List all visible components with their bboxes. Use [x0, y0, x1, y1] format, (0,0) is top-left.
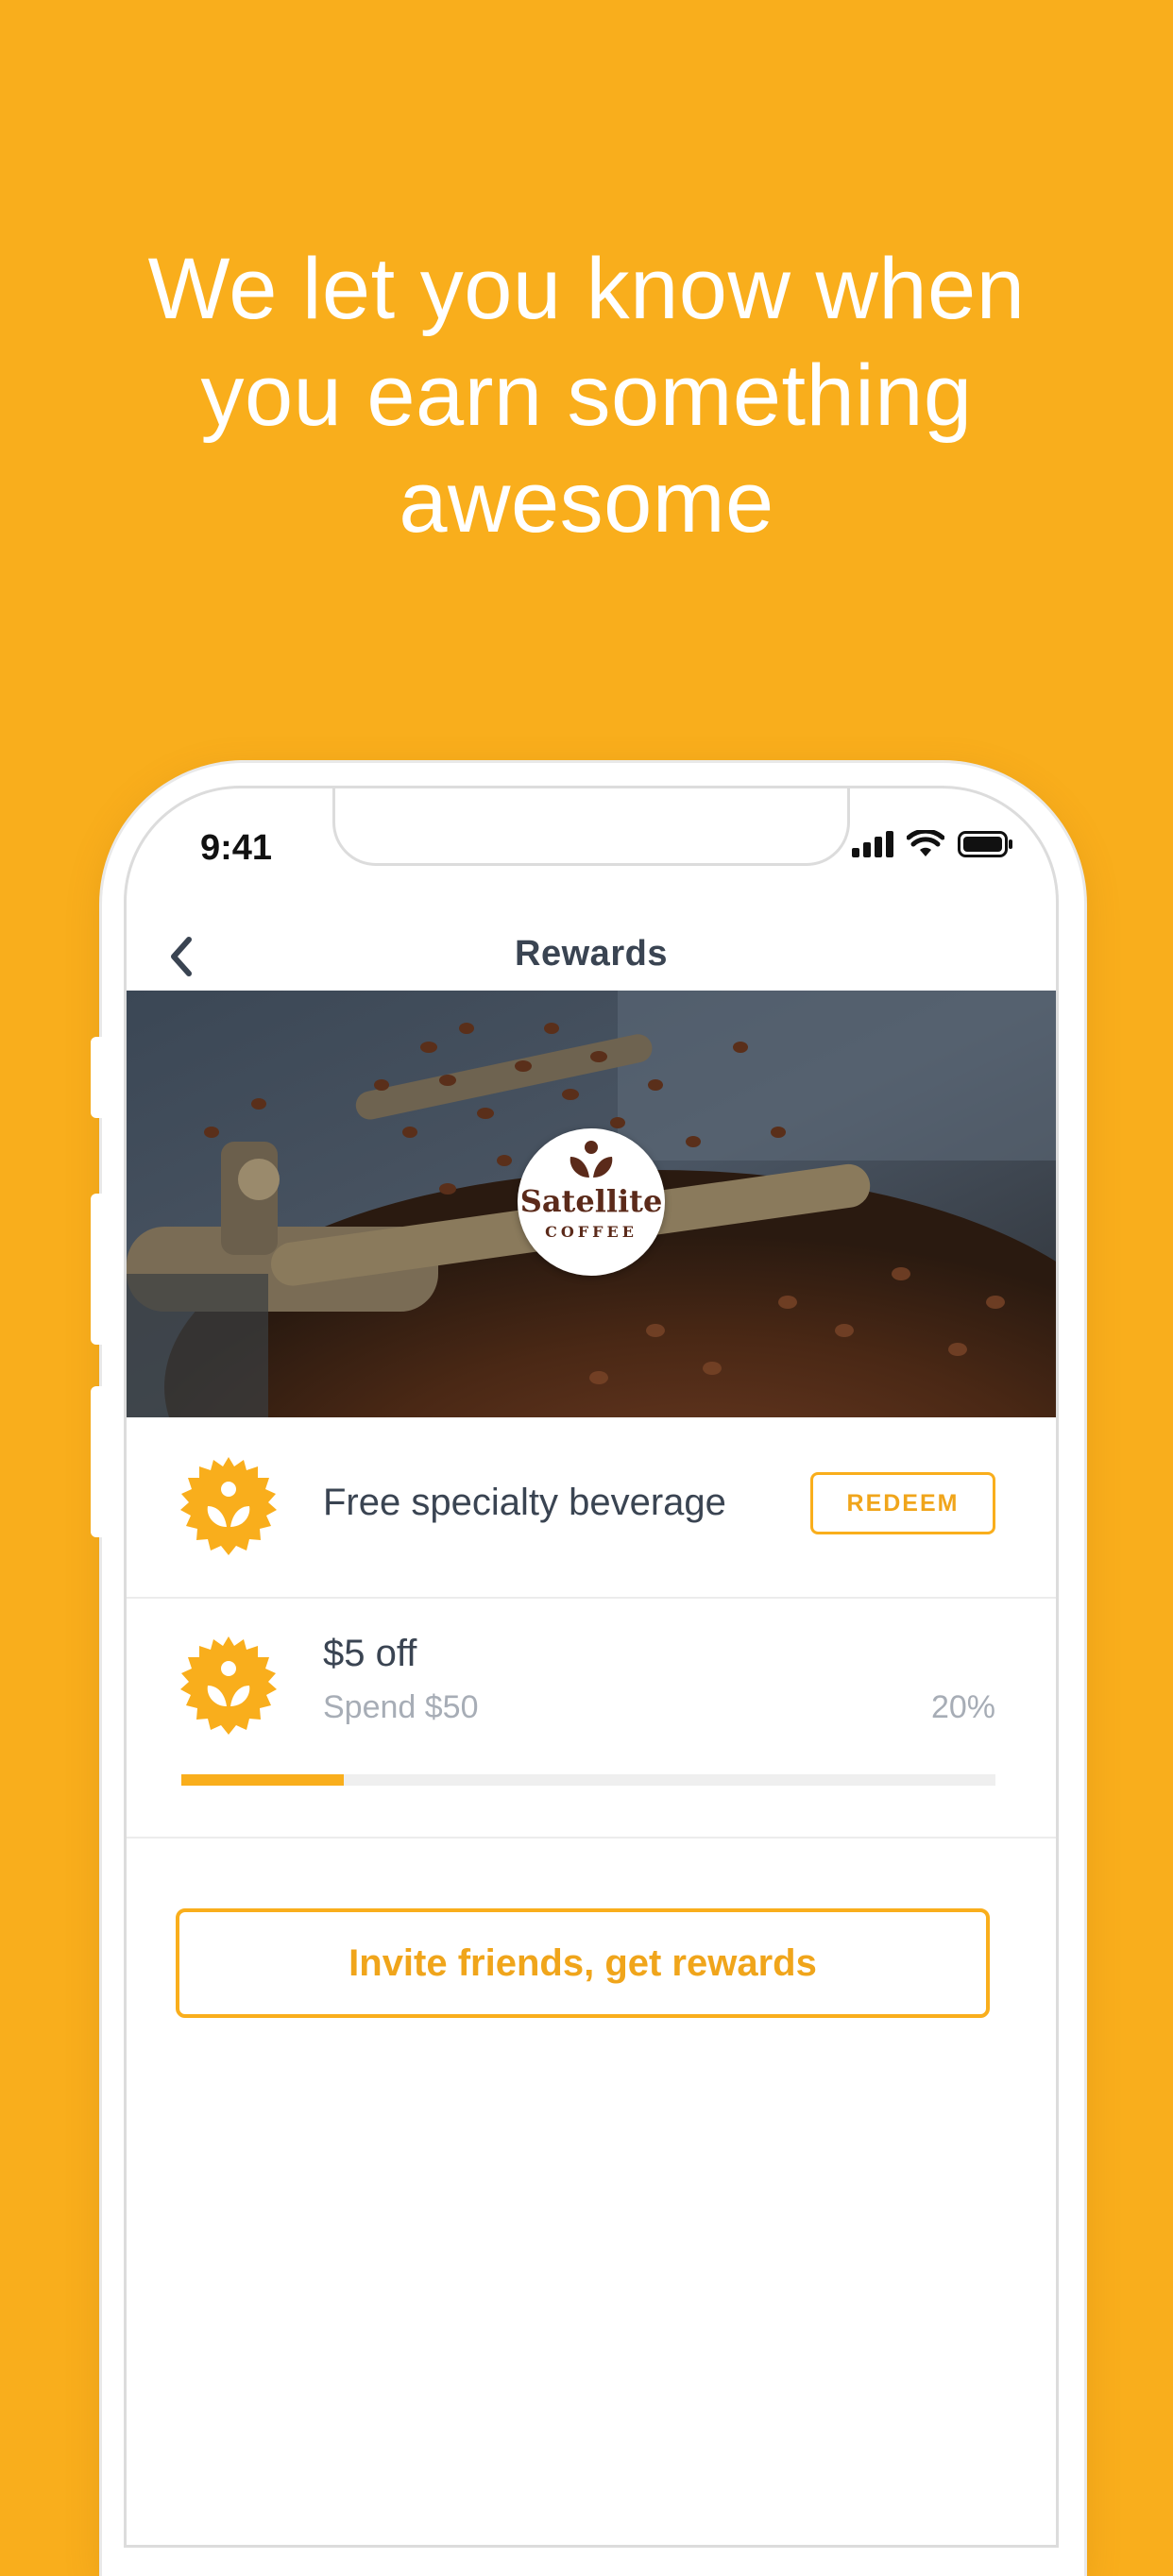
reward-row-five-off: $5 off Spend $50 20%: [127, 1599, 1056, 1839]
headline: We let you know when you earn something …: [0, 236, 1173, 556]
reward-progress-fill: [181, 1774, 345, 1786]
headline-line-2: you earn something: [200, 347, 973, 444]
invite-friends-button[interactable]: Invite friends, get rewards: [176, 1908, 990, 2018]
status-icons: [852, 830, 1012, 858]
page-title: Rewards: [515, 934, 668, 974]
phone-volume-up-button: [91, 1194, 104, 1345]
hero-banner: Satellite COFFEE: [127, 991, 1056, 1417]
phone-notch: [332, 788, 850, 866]
reward-title: $5 off: [323, 1633, 417, 1674]
reward-progress-bar: [181, 1774, 995, 1786]
redeem-button[interactable]: REDEEM: [810, 1472, 995, 1534]
reward-row-free-beverage: Free specialty beverage REDEEM: [127, 1417, 1056, 1599]
phone-screen: 9:41 Rewards Satellite COFFEE Free speci…: [127, 788, 1056, 2545]
headline-line-3: awesome: [399, 454, 774, 551]
phone-side-button: [91, 1037, 104, 1118]
satellite-coffee-logo: Satellite COFFEE: [518, 1128, 665, 1276]
coffee-sprout-icon: [570, 1141, 613, 1178]
cellular-signal-icon: [852, 831, 893, 857]
reward-progress-percent: 20%: [930, 1689, 995, 1725]
reward-badge-icon: [180, 1636, 277, 1735]
battery-icon: [958, 831, 1012, 857]
reward-requirement: Spend $50: [323, 1689, 479, 1725]
headline-line-1: We let you know when: [147, 241, 1026, 337]
logo-text: Satellite: [519, 1183, 663, 1219]
wifi-icon: [907, 830, 944, 856]
phone-volume-down-button: [91, 1386, 104, 1537]
status-time: 9:41: [200, 828, 273, 868]
reward-badge-icon: [180, 1457, 277, 1555]
logo-subtext: COFFEE: [545, 1223, 638, 1241]
reward-title: Free specialty beverage: [323, 1482, 726, 1523]
